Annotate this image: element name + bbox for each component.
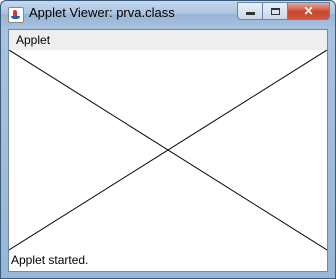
applet-canvas bbox=[9, 50, 327, 251]
applet-client-area: Applet Applet started. bbox=[8, 29, 328, 272]
title-bar[interactable]: Applet Viewer: prva.class ✕ bbox=[1, 1, 335, 27]
minimize-button[interactable] bbox=[237, 2, 263, 20]
menu-bar: Applet bbox=[9, 30, 327, 50]
close-button[interactable]: ✕ bbox=[287, 2, 330, 20]
java-app-icon[interactable] bbox=[8, 7, 24, 23]
maximize-button[interactable] bbox=[262, 2, 288, 20]
menu-applet[interactable]: Applet bbox=[16, 33, 50, 47]
applet-viewer-window: Applet Viewer: prva.class ✕ Applet Apple… bbox=[0, 0, 336, 279]
minimize-icon bbox=[245, 12, 255, 15]
maximize-icon bbox=[270, 7, 280, 15]
status-text: Applet started. bbox=[11, 253, 89, 267]
window-controls: ✕ bbox=[237, 2, 330, 20]
close-icon: ✕ bbox=[303, 4, 314, 18]
window-title: Applet Viewer: prva.class bbox=[29, 5, 175, 20]
